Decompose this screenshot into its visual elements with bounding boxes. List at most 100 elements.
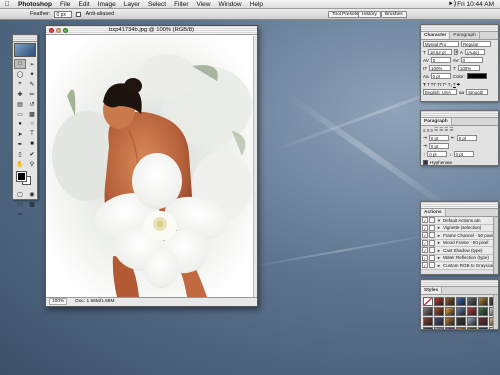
leading-field[interactable]: (Auto) xyxy=(464,49,485,55)
character-palette-titlebar[interactable] xyxy=(421,25,498,32)
action-set-row[interactable]: ✓ ▼ Default Actions.atn xyxy=(421,217,498,225)
hyphenate-checkbox[interactable] xyxy=(423,159,428,165)
vertical-scale-field[interactable]: 100% xyxy=(429,65,452,71)
antialias-dropdown[interactable]: Smooth xyxy=(466,89,489,95)
hand-tool-icon[interactable]: ✋ xyxy=(14,159,26,169)
action-row[interactable]: ✓ ► Cast Shadow (type) xyxy=(421,247,498,255)
language-dropdown[interactable]: English: USA xyxy=(423,89,457,95)
style-swatch[interactable] xyxy=(456,327,466,329)
antialiased-checkbox[interactable] xyxy=(76,11,82,17)
magic-wand-tool-icon[interactable]: ✦ xyxy=(26,69,38,79)
action-toggle-checkbox[interactable]: ✓ xyxy=(422,217,428,224)
space-after-field[interactable]: 0 pt xyxy=(453,151,474,157)
small-caps-button[interactable]: Tt xyxy=(437,82,441,87)
all-caps-button[interactable]: TT xyxy=(431,82,437,87)
action-expand-icon[interactable]: ► xyxy=(437,240,441,245)
action-expand-icon[interactable]: ► xyxy=(437,255,441,260)
action-dialog-toggle[interactable] xyxy=(429,247,435,254)
action-toggle-checkbox[interactable]: ✓ xyxy=(422,232,428,239)
menu-layer[interactable]: Layer xyxy=(120,1,144,8)
style-swatch[interactable] xyxy=(445,327,455,329)
zoom-level-field[interactable]: 100% xyxy=(49,298,68,305)
align-right-icon[interactable]: ≡ xyxy=(430,128,433,133)
justify-center-icon[interactable]: ☰ xyxy=(439,127,443,133)
brushes-tab[interactable]: Brushes xyxy=(381,11,407,18)
notes-tool-icon[interactable]: ▯ xyxy=(14,149,26,159)
blur-tool-icon[interactable]: ● xyxy=(14,119,26,129)
quickmask-mode-icon[interactable]: ◉ xyxy=(26,189,38,199)
stamp-tool-icon[interactable]: ▤ xyxy=(14,99,26,109)
actions-scrollbar[interactable] xyxy=(493,217,498,274)
menu-app-name[interactable]: Photoshop xyxy=(14,1,56,8)
action-expand-icon[interactable]: ► xyxy=(437,263,441,268)
menu-file[interactable]: File xyxy=(56,1,74,8)
style-swatch[interactable] xyxy=(467,327,477,329)
tracking-field[interactable]: 0 xyxy=(460,57,483,63)
fullscreen-mode-icon[interactable]: ▩ xyxy=(26,199,38,209)
foreground-color-swatch[interactable] xyxy=(16,171,27,182)
strikethrough-button[interactable]: T xyxy=(457,82,460,87)
superscript-button[interactable]: T¹ xyxy=(442,82,446,87)
vertical-scrollbar[interactable] xyxy=(253,36,257,298)
tab-character[interactable]: Character xyxy=(421,32,451,39)
action-expand-icon[interactable]: ► xyxy=(437,225,441,230)
justify-left-icon[interactable]: ☰ xyxy=(434,127,438,133)
action-dialog-toggle[interactable] xyxy=(429,217,435,224)
style-swatch[interactable] xyxy=(423,307,433,316)
menu-image[interactable]: Image xyxy=(94,1,120,8)
indent-first-line-field[interactable]: 0 pt xyxy=(428,143,449,149)
action-toggle-checkbox[interactable]: ✓ xyxy=(422,247,428,254)
slice-tool-icon[interactable]: ✎ xyxy=(26,79,38,89)
style-swatch[interactable] xyxy=(423,297,433,306)
document-size-info[interactable]: Doc: 1.58M/1.58M xyxy=(75,298,114,306)
style-swatch[interactable] xyxy=(478,307,488,316)
zoom-window-button[interactable] xyxy=(63,28,68,33)
menu-window[interactable]: Window xyxy=(215,1,246,8)
shape-tool-icon[interactable]: ■ xyxy=(26,139,38,149)
text-color-swatch[interactable] xyxy=(466,73,487,79)
zoom-tool-icon[interactable]: ⚲ xyxy=(26,159,38,169)
action-dialog-toggle[interactable] xyxy=(429,254,435,261)
align-center-icon[interactable]: ≡ xyxy=(427,128,430,133)
indent-left-field[interactable]: 0 pt xyxy=(428,135,449,141)
set-expand-icon[interactable]: ▼ xyxy=(437,218,441,223)
styles-palette-titlebar[interactable] xyxy=(421,280,498,287)
align-left-icon[interactable]: ≡ xyxy=(423,128,426,133)
eyedropper-tool-icon[interactable]: ✔ xyxy=(26,149,38,159)
action-toggle-checkbox[interactable]: ✓ xyxy=(422,239,428,246)
gradient-tool-icon[interactable]: ▩ xyxy=(26,109,38,119)
standard-mode-icon[interactable]: ▢ xyxy=(14,189,26,199)
action-dialog-toggle[interactable] xyxy=(429,232,435,239)
style-swatch[interactable] xyxy=(434,317,444,326)
style-swatch[interactable] xyxy=(456,307,466,316)
style-swatch[interactable] xyxy=(445,317,455,326)
close-window-button[interactable] xyxy=(49,28,54,33)
action-row[interactable]: ✓ ► Wood Frame - 50 pixel xyxy=(421,239,498,247)
style-swatch[interactable] xyxy=(478,317,488,326)
type-tool-icon[interactable]: T xyxy=(26,129,38,139)
history-tab[interactable]: History xyxy=(358,11,381,18)
action-toggle-checkbox[interactable]: ✓ xyxy=(422,224,428,231)
history-brush-tool-icon[interactable]: ↺ xyxy=(26,99,38,109)
font-style-field[interactable]: Regular xyxy=(461,41,491,47)
action-dialog-toggle[interactable] xyxy=(429,239,435,246)
minimize-window-button[interactable] xyxy=(56,28,61,33)
style-swatch[interactable] xyxy=(467,307,477,316)
indent-right-field[interactable]: 0 pt xyxy=(456,135,477,141)
subscript-button[interactable]: T₁ xyxy=(448,82,452,87)
baseline-shift-field[interactable]: 0 pt xyxy=(430,73,451,79)
horizontal-scale-field[interactable]: 100% xyxy=(457,65,480,71)
style-swatch[interactable] xyxy=(445,307,455,316)
paragraph-palette-titlebar[interactable] xyxy=(421,111,498,118)
pen-tool-icon[interactable]: ✒ xyxy=(14,139,26,149)
tab-paragraph[interactable]: Paragraph xyxy=(421,118,452,125)
style-swatch[interactable] xyxy=(423,317,433,326)
lasso-tool-icon[interactable]: ◯ xyxy=(14,69,26,79)
move-tool-icon[interactable]: ➢ xyxy=(26,59,38,69)
style-swatch[interactable] xyxy=(423,327,433,329)
menu-view[interactable]: View xyxy=(193,1,215,8)
apple-menu-icon[interactable]:  xyxy=(0,1,14,8)
underline-button[interactable]: T xyxy=(453,82,456,87)
feather-input[interactable]: 0 px xyxy=(54,10,73,18)
style-swatch[interactable] xyxy=(456,297,466,306)
